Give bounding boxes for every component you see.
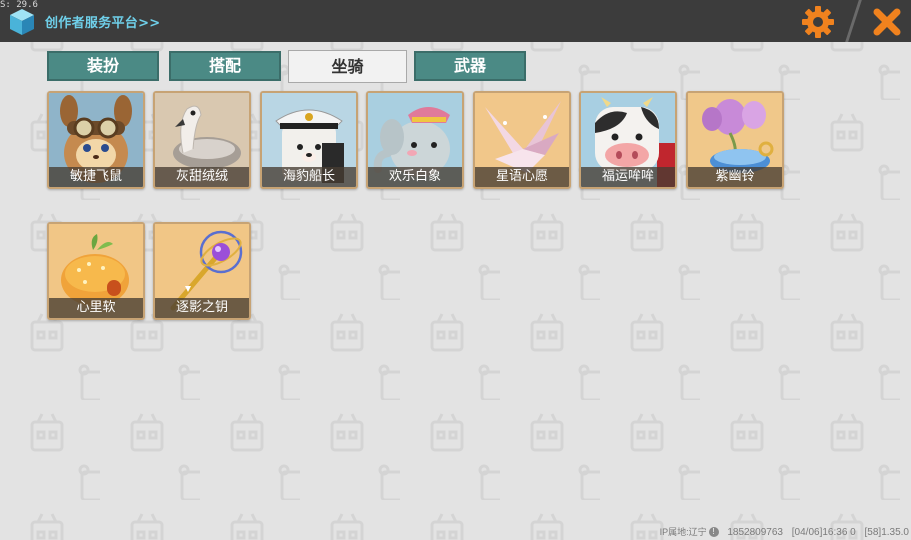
item-card[interactable]: 敏捷飞鼠 bbox=[47, 91, 145, 189]
tab-match[interactable]: 搭配 bbox=[169, 51, 281, 81]
tab-mount[interactable]: 坐骑 bbox=[288, 50, 407, 83]
item-label: 星语心愿 bbox=[475, 167, 569, 187]
item-label: 灰甜绒绒 bbox=[155, 167, 249, 187]
item-label: 海豹船长 bbox=[262, 167, 356, 187]
settings-gear-icon[interactable] bbox=[800, 4, 836, 40]
item-card[interactable]: 心里软 bbox=[47, 222, 145, 320]
ip-location-text: IP属地:辽宁 bbox=[659, 527, 707, 537]
item-label: 紫幽铃 bbox=[688, 167, 782, 187]
tab-outfit[interactable]: 装扮 bbox=[47, 51, 159, 81]
top-bar: S: 29.6 创作者服务平台>> bbox=[0, 0, 911, 42]
user-id-text: 1852809763 bbox=[727, 527, 783, 538]
item-card[interactable]: 逐影之钥 bbox=[153, 222, 251, 320]
item-label: 福运哞哞 bbox=[581, 167, 675, 187]
item-label: 逐影之钥 bbox=[155, 298, 249, 318]
item-label: 敏捷飞鼠 bbox=[49, 167, 143, 187]
item-card[interactable]: 紫幽铃 bbox=[686, 91, 784, 189]
item-card[interactable]: 福运哞哞 bbox=[579, 91, 677, 189]
item-label: 欢乐白象 bbox=[368, 167, 462, 187]
item-card[interactable]: 灰甜绒绒 bbox=[153, 91, 251, 189]
close-icon[interactable] bbox=[868, 3, 906, 41]
creator-platform-link[interactable]: 创作者服务平台>> bbox=[45, 12, 161, 31]
topbar-divider bbox=[845, 0, 862, 42]
item-card[interactable]: 欢乐白象 bbox=[366, 91, 464, 189]
version-text: [58]1.35.0 bbox=[864, 527, 909, 538]
item-card[interactable]: 海豹船长 bbox=[260, 91, 358, 189]
item-card[interactable]: 星语心愿 bbox=[473, 91, 571, 189]
tab-weapon[interactable]: 武器 bbox=[414, 51, 526, 81]
datetime-text: [04/06]16:36 0 bbox=[791, 527, 856, 538]
status-bar: IP属地:辽宁! 1852809763 [04/06]16:36 0 [58]1… bbox=[654, 525, 909, 538]
info-icon[interactable]: ! bbox=[708, 527, 719, 538]
app-logo-cube-icon bbox=[10, 9, 34, 35]
item-label: 心里软 bbox=[49, 298, 143, 318]
